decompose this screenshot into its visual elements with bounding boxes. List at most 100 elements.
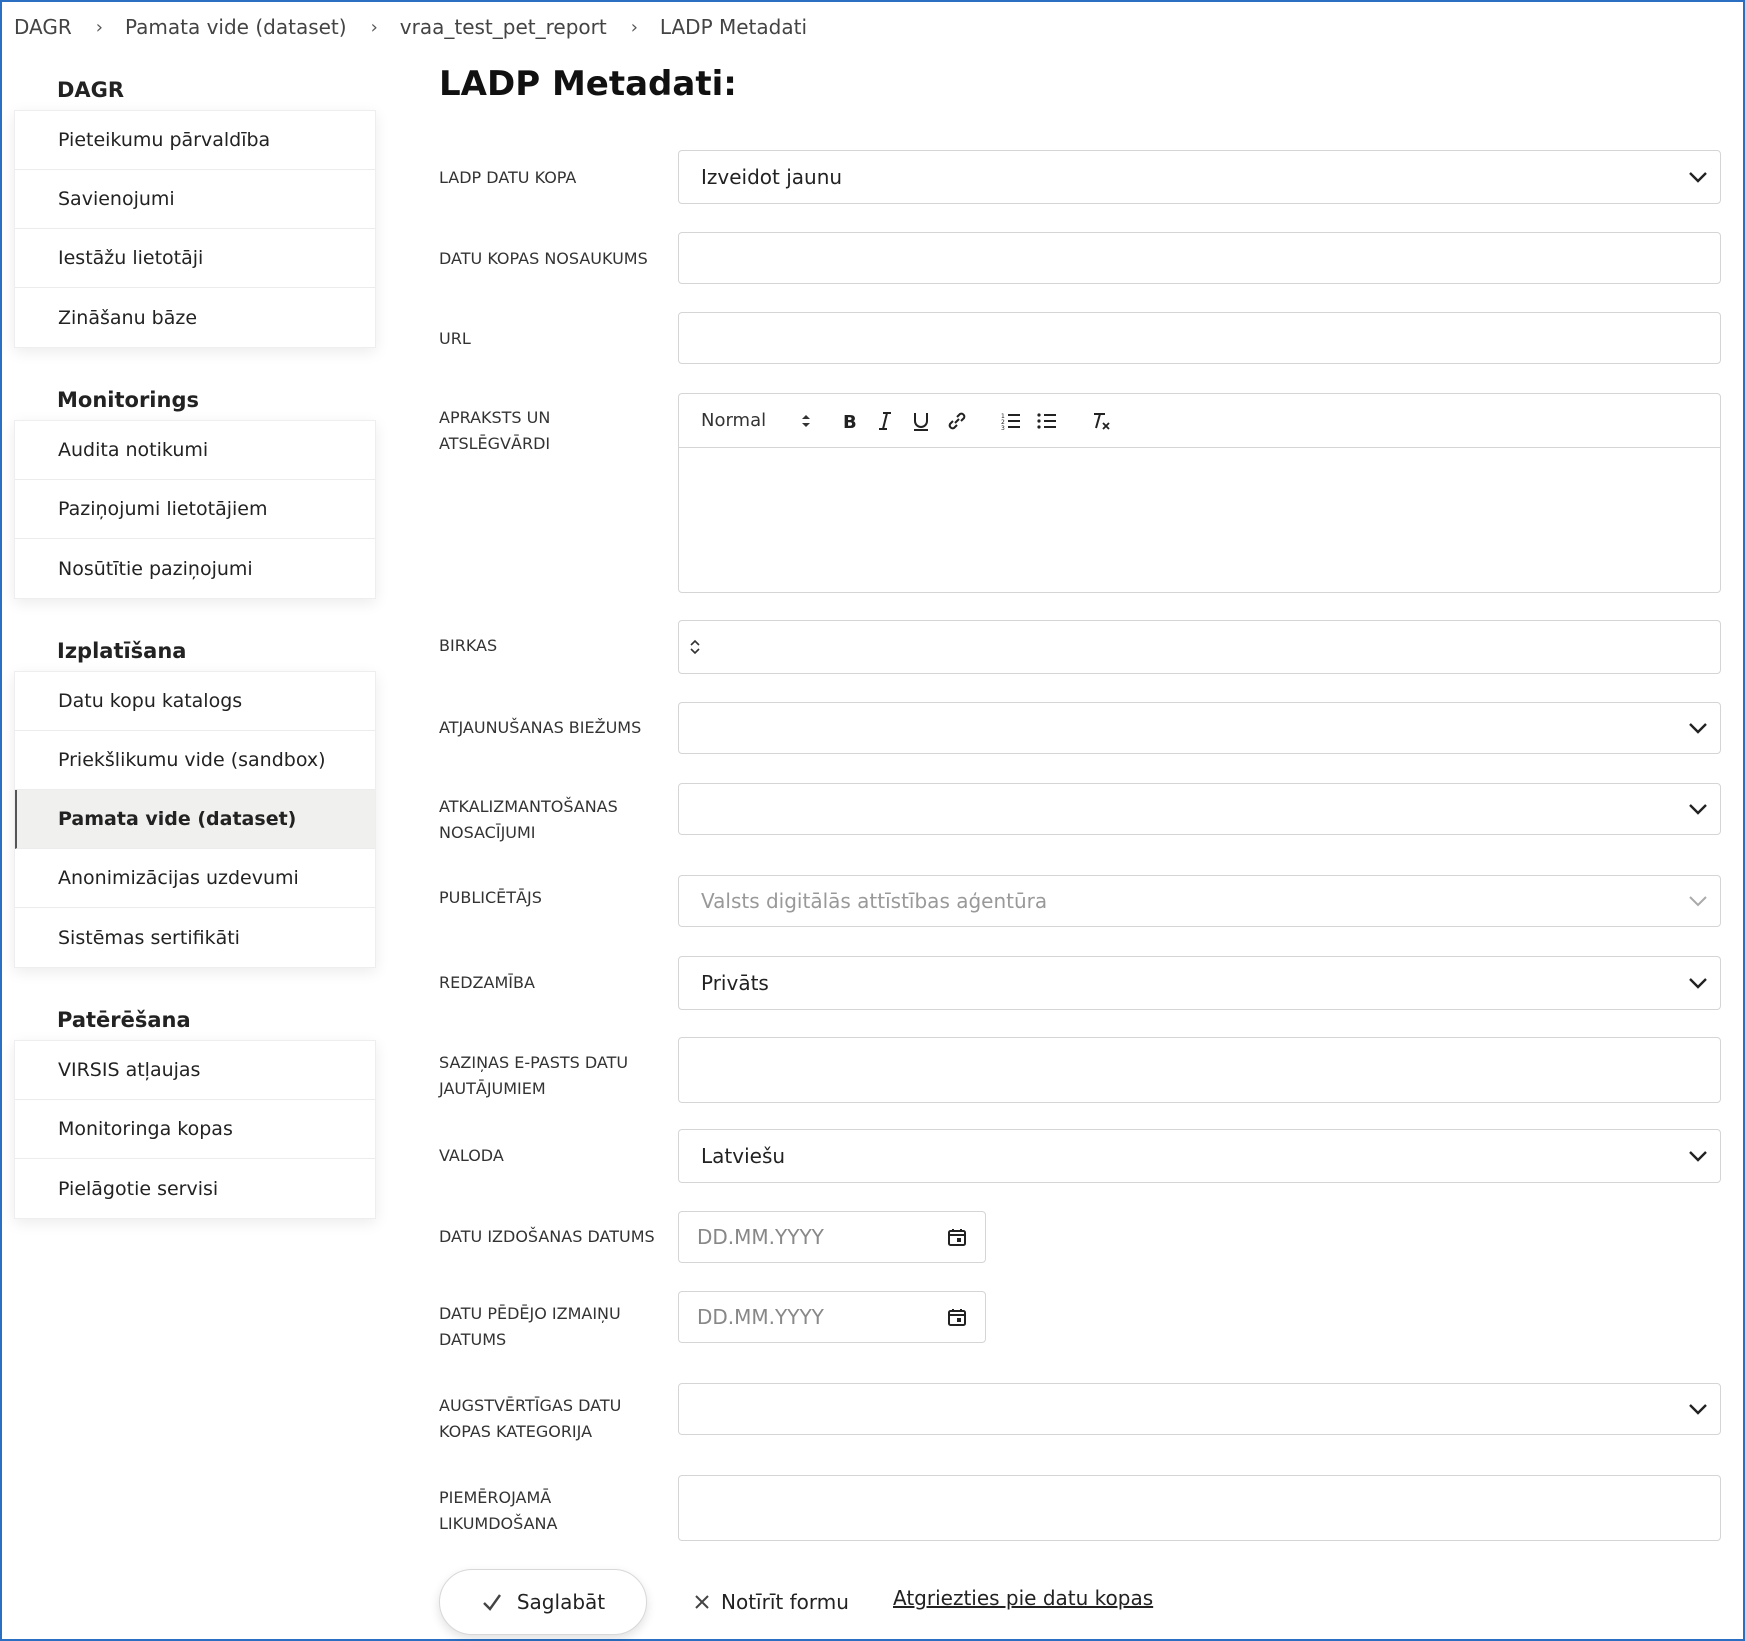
sidebar-item-virsis-permissions[interactable]: VIRSIS atļaujas xyxy=(15,1041,375,1100)
underline-button[interactable] xyxy=(903,406,939,436)
underline-icon xyxy=(914,412,928,431)
close-icon xyxy=(695,1595,709,1609)
field-label: DATU KOPAS NOSAUKUMS xyxy=(439,249,648,268)
ordered-list-button[interactable]: 123 xyxy=(993,406,1029,436)
sidebar-item-monitoring-sets[interactable]: Monitoringa kopas xyxy=(15,1100,375,1159)
update-frequency-select[interactable] xyxy=(678,702,1721,754)
calendar-icon[interactable] xyxy=(947,1307,967,1327)
field-label: APRAKSTS UN ATSLĒGVĀRDI xyxy=(439,408,551,453)
date-placeholder: DD.MM.YYYY xyxy=(697,1225,824,1249)
sidebar-item-dataset-catalog[interactable]: Datu kopu katalogs xyxy=(15,672,375,731)
hvd-category-select[interactable] xyxy=(678,1383,1721,1435)
clear-form-label: Notīrīt formu xyxy=(721,1590,849,1614)
updown-icon xyxy=(690,639,700,655)
chevron-right-icon: › xyxy=(95,16,103,38)
visibility-select[interactable]: Privāts xyxy=(678,956,1721,1010)
link-button[interactable] xyxy=(939,406,975,436)
save-button-label: Saglabāt xyxy=(516,1590,606,1614)
calendar-icon[interactable] xyxy=(947,1227,967,1247)
ladp-dataset-select[interactable]: Izveidot jaunu xyxy=(678,150,1721,204)
chevron-right-icon: › xyxy=(630,16,638,38)
field-label: REDZAMĪBA xyxy=(439,973,535,992)
back-to-dataset-link[interactable]: Atgriezties pie datu kopas xyxy=(893,1586,1153,1610)
checkmark-icon xyxy=(483,1594,501,1611)
sidebar-item-knowledge-base[interactable]: Zināšanu bāze xyxy=(15,288,375,347)
clear-form-button[interactable]: Notīrīt formu xyxy=(695,1585,849,1619)
sidebar-group: Audita notikumi Paziņojumi lietotājiem N… xyxy=(14,420,376,599)
field-label: PIEMĒROJAMĀ LIKUMDOŠANA xyxy=(439,1488,558,1533)
clear-format-button[interactable] xyxy=(1083,406,1119,436)
field-label: PUBLICĒTĀJS xyxy=(439,888,542,907)
sidebar-item-user-notifications[interactable]: Paziņojumi lietotājiem xyxy=(15,480,375,539)
sidebar-heading: Monitorings xyxy=(57,388,199,412)
sidebar-group: VIRSIS atļaujas Monitoringa kopas Pielāg… xyxy=(14,1040,376,1219)
bold-icon: B xyxy=(843,412,857,432)
contact-email-input[interactable] xyxy=(678,1037,1721,1103)
updown-icon xyxy=(802,415,810,427)
issue-date-input[interactable]: DD.MM.YYYY xyxy=(678,1211,986,1263)
sidebar-item-applications[interactable]: Pieteikumu pārvaldība xyxy=(15,111,375,170)
sidebar-item-audit-events[interactable]: Audita notikumi xyxy=(15,421,375,480)
dataset-name-input[interactable] xyxy=(678,232,1721,284)
italic-button[interactable] xyxy=(867,406,903,436)
sidebar: DAGR Pieteikumu pārvaldība Savienojumi I… xyxy=(14,70,376,1251)
sidebar-heading: Patērēšana xyxy=(57,1008,191,1032)
sidebar-item-dataset-env[interactable]: Pamata vide (dataset) xyxy=(15,790,375,849)
field-label: ATJAUNUŠANAS BIEŽUMS xyxy=(439,718,642,737)
ordered-list-icon: 123 xyxy=(1001,413,1020,432)
select-value: Privāts xyxy=(701,971,769,995)
description-text-area[interactable] xyxy=(679,448,1720,592)
format-select-value: Normal xyxy=(701,410,767,431)
bullet-list-button[interactable] xyxy=(1029,406,1065,436)
bold-button[interactable]: B xyxy=(831,406,867,436)
sidebar-item-anonymization-tasks[interactable]: Anonimizācijas uzdevumi xyxy=(15,849,375,908)
breadcrumb-item-dataset[interactable]: Pamata vide (dataset) xyxy=(125,15,347,39)
breadcrumb-item-report[interactable]: vraa_test_pet_report xyxy=(400,15,607,39)
bullet-list-icon xyxy=(1037,412,1056,429)
field-label: DATU PĒDĒJO IZMAIŅU DATUMS xyxy=(439,1304,621,1349)
breadcrumb-item-dagr[interactable]: DAGR xyxy=(14,15,72,39)
description-editor: Normal B 123 xyxy=(678,393,1721,593)
field-label: ATKALIZMANTOŠANAS NOSACĪJUMI xyxy=(439,797,618,842)
svg-text:3: 3 xyxy=(1001,425,1005,432)
chevron-down-icon xyxy=(1689,172,1707,183)
sidebar-item-custom-services[interactable]: Pielāgotie servisi xyxy=(15,1159,375,1218)
sidebar-item-system-certificates[interactable]: Sistēmas sertifikāti xyxy=(15,908,375,967)
reuse-conditions-select[interactable] xyxy=(678,783,1721,835)
select-value: Izveidot jaunu xyxy=(701,165,843,189)
format-select[interactable]: Normal xyxy=(701,410,811,431)
sidebar-section-monitoring: Monitorings Audita notikumi Paziņojumi l… xyxy=(14,380,376,599)
modified-date-input[interactable]: DD.MM.YYYY xyxy=(678,1291,986,1343)
language-select[interactable]: Latviešu xyxy=(678,1129,1721,1183)
sidebar-section-distribution: Izplatīšana Datu kopu katalogs Priekšlik… xyxy=(14,631,376,968)
svg-text:B: B xyxy=(843,412,857,432)
field-label: URL xyxy=(439,329,471,348)
publisher-select: Valsts digitālās attīstības aģentūra xyxy=(678,875,1721,927)
editor-toolbar: Normal B 123 xyxy=(679,394,1720,448)
sidebar-group: Datu kopu katalogs Priekšlikumu vide (sa… xyxy=(14,671,376,968)
chevron-down-icon xyxy=(1689,1404,1707,1415)
sidebar-heading: DAGR xyxy=(57,78,125,102)
save-button[interactable]: Saglabāt xyxy=(439,1569,647,1635)
clear-format-icon xyxy=(1094,412,1110,430)
breadcrumb: DAGR › Pamata vide (dataset) › vraa_test… xyxy=(14,12,807,42)
chevron-down-icon xyxy=(1689,978,1707,989)
sidebar-item-connections[interactable]: Savienojumi xyxy=(15,170,375,229)
sidebar-group: Pieteikumu pārvaldība Savienojumi Iestāž… xyxy=(14,110,376,348)
tags-select[interactable] xyxy=(678,620,1721,674)
italic-icon xyxy=(879,411,891,430)
select-value: Valsts digitālās attīstības aģentūra xyxy=(701,889,1048,913)
url-input[interactable] xyxy=(678,312,1721,364)
field-label: VALODA xyxy=(439,1146,504,1165)
sidebar-item-sent-notifications[interactable]: Nosūtītie paziņojumi xyxy=(15,539,375,598)
chevron-down-icon xyxy=(1689,804,1707,815)
sidebar-item-institution-users[interactable]: Iestāžu lietotāji xyxy=(15,229,375,288)
field-label: BIRKAS xyxy=(439,636,498,655)
chevron-down-icon xyxy=(1689,896,1707,907)
sidebar-item-sandbox[interactable]: Priekšlikumu vide (sandbox) xyxy=(15,731,375,790)
sidebar-section-dagr: DAGR Pieteikumu pārvaldība Savienojumi I… xyxy=(14,70,376,348)
legislation-input[interactable] xyxy=(678,1475,1721,1541)
page-title: LADP Metadati: xyxy=(439,64,737,104)
chevron-down-icon xyxy=(1689,1151,1707,1162)
field-label: LADP DATU KOPA xyxy=(439,168,577,187)
